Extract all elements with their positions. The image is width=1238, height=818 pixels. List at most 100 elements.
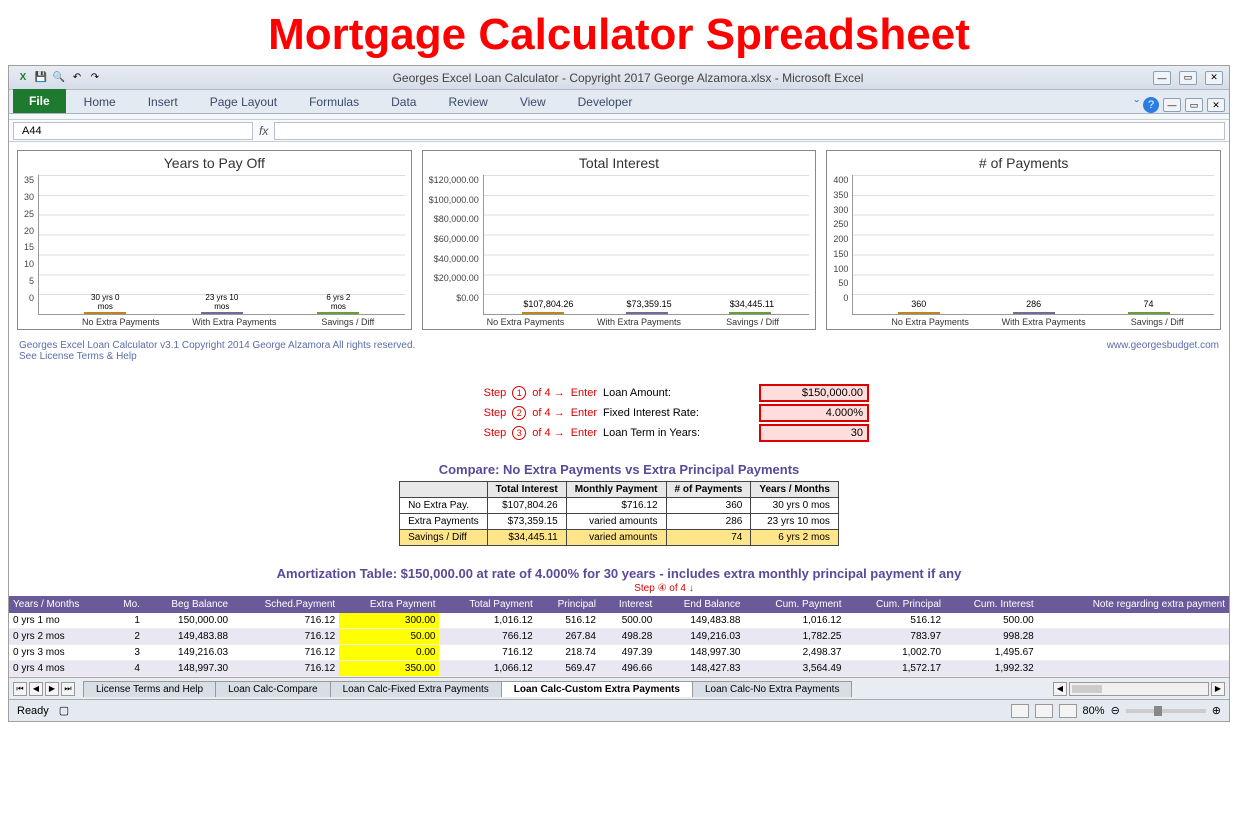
compare-header <box>400 482 488 498</box>
bar-0: 360 <box>867 312 970 314</box>
amort-header: Note regarding extra payment <box>1038 596 1229 613</box>
ribbon-tab-insert[interactable]: Insert <box>134 91 192 113</box>
hscroll-right[interactable]: ▶ <box>1211 682 1225 696</box>
ribbon-tab-pagelayout[interactable]: Page Layout <box>196 91 291 113</box>
extra-payment-cell[interactable]: 0.00 <box>339 645 439 661</box>
bar-2: 6 yrs 2 mos <box>286 312 391 314</box>
bar-2: $34,445.11 <box>703 312 796 314</box>
tab-next-button[interactable]: ▶ <box>45 682 59 696</box>
ribbon-tab-data[interactable]: Data <box>377 91 430 113</box>
amort-header: Cum. Payment <box>744 596 845 613</box>
sheet-tab[interactable]: Loan Calc-Compare <box>215 681 331 697</box>
minimize-button[interactable]: — <box>1153 71 1171 85</box>
compare-header: Monthly Payment <box>566 482 666 498</box>
chart-0[interactable]: Years to Pay Off 35302520151050 30 yrs 0… <box>17 150 412 330</box>
zoom-percent[interactable]: 80% <box>1083 705 1105 717</box>
step-input-3[interactable] <box>759 424 869 442</box>
extra-payment-cell[interactable]: 350.00 <box>339 661 439 677</box>
chart-title: # of Payments <box>833 155 1214 171</box>
ribbon-tab-review[interactable]: Review <box>434 91 501 113</box>
name-box[interactable] <box>13 122 253 140</box>
amort-header: Total Payment <box>439 596 536 613</box>
amort-header: Years / Months <box>9 596 110 613</box>
file-tab[interactable]: File <box>13 89 66 113</box>
bar-0: 30 yrs 0 mos <box>53 312 158 314</box>
sheet-tab[interactable]: License Terms and Help <box>83 681 216 697</box>
extra-payment-cell[interactable]: 300.00 <box>339 613 439 629</box>
amort-row: 0 yrs 4 mos4148,997.30716.12350.001,066.… <box>9 661 1229 677</box>
amort-row: 0 yrs 2 mos2149,483.88716.1250.00766.122… <box>9 629 1229 645</box>
ribbon-dropdown-icon[interactable]: ˇ <box>1134 97 1139 113</box>
compare-row: Extra Payments$73,359.15varied amounts28… <box>400 514 839 530</box>
amort-header: Cum. Principal <box>846 596 946 613</box>
zoom-in-button[interactable]: ⊕ <box>1212 704 1221 717</box>
amort-header: Extra Payment <box>339 596 439 613</box>
zoom-out-button[interactable]: ⊖ <box>1111 704 1120 717</box>
bar-1: $73,359.15 <box>600 312 693 314</box>
compare-header: # of Payments <box>666 482 751 498</box>
extra-payment-cell[interactable]: 50.00 <box>339 629 439 645</box>
tab-prev-button[interactable]: ◀ <box>29 682 43 696</box>
status-ready: Ready <box>17 705 49 717</box>
amortization-table: Years / MonthsMo.Beg BalanceSched.Paymen… <box>9 596 1229 677</box>
amort-row: 0 yrs 3 mos3149,216.03716.120.00716.1221… <box>9 645 1229 661</box>
help-icon[interactable]: ? <box>1143 97 1159 113</box>
bar-1: 23 yrs 10 mos <box>169 312 274 314</box>
redo-icon[interactable]: ↷ <box>87 70 103 86</box>
copyright-text: Georges Excel Loan Calculator v3.1 Copyr… <box>19 340 415 351</box>
license-link[interactable]: See License Terms & Help <box>19 351 415 362</box>
view-normal-button[interactable] <box>1011 704 1029 718</box>
compare-header: Total Interest <box>487 482 566 498</box>
amort-header: Interest <box>600 596 656 613</box>
sheet-tab[interactable]: Loan Calc-Custom Extra Payments <box>501 681 693 697</box>
compare-row: No Extra Pay.$107,804.26$716.1236030 yrs… <box>400 498 839 514</box>
ribbon-tab-developer[interactable]: Developer <box>564 91 647 113</box>
website-link[interactable]: www.georgesbudget.com <box>1107 340 1219 362</box>
excel-icon[interactable]: X <box>15 70 31 86</box>
chart-title: Years to Pay Off <box>24 155 405 171</box>
undo-icon[interactable]: ↶ <box>69 70 85 86</box>
bar-0: $107,804.26 <box>497 312 590 314</box>
chart-2[interactable]: # of Payments 400350300250200150100500 3… <box>826 150 1221 330</box>
save-icon[interactable]: 💾 <box>33 70 49 86</box>
step-input-2[interactable] <box>759 404 869 422</box>
amort-title: Amortization Table: $150,000.00 at rate … <box>9 566 1229 581</box>
amort-header: Principal <box>537 596 600 613</box>
ribbon-tab-formulas[interactable]: Formulas <box>295 91 373 113</box>
compare-table: Total InterestMonthly Payment# of Paymen… <box>399 481 839 546</box>
tab-last-button[interactable]: ⏭ <box>61 682 75 696</box>
step-input-1[interactable] <box>759 384 869 402</box>
formula-bar[interactable] <box>274 122 1225 140</box>
ribbon-tab-home[interactable]: Home <box>70 91 130 113</box>
ribbon-tabs: File Home Insert Page Layout Formulas Da… <box>9 90 1229 114</box>
maximize-button[interactable]: ▭ <box>1179 71 1197 85</box>
amort-header: Cum. Interest <box>945 596 1038 613</box>
ribbon-tab-view[interactable]: View <box>506 91 560 113</box>
step4-label: Step ④ of 4 ↓ <box>99 583 1229 594</box>
titlebar: X 💾 🔍 ↶ ↷ Georges Excel Loan Calculator … <box>9 66 1229 90</box>
page-heading: Mortgage Calculator Spreadsheet <box>0 0 1238 65</box>
fx-label[interactable]: fx <box>259 124 268 138</box>
record-macro-icon[interactable]: ▢ <box>59 704 69 717</box>
view-break-button[interactable] <box>1059 704 1077 718</box>
doc-close-button[interactable]: ✕ <box>1207 98 1225 112</box>
sheet-tab[interactable]: Loan Calc-Fixed Extra Payments <box>330 681 502 697</box>
compare-header: Years / Months <box>751 482 839 498</box>
hscroll-left[interactable]: ◀ <box>1053 682 1067 696</box>
tab-first-button[interactable]: ⏮ <box>13 682 27 696</box>
chart-1[interactable]: Total Interest $120,000.00$100,000.00$80… <box>422 150 817 330</box>
bar-1: 286 <box>982 312 1085 314</box>
close-button[interactable]: ✕ <box>1205 71 1223 85</box>
view-layout-button[interactable] <box>1035 704 1053 718</box>
zoom-slider[interactable] <box>1126 709 1206 713</box>
sheet-tabs-bar: ⏮ ◀ ▶ ⏭ License Terms and HelpLoan Calc-… <box>9 677 1229 699</box>
amort-header: Mo. <box>110 596 144 613</box>
doc-minimize-button[interactable]: — <box>1163 98 1181 112</box>
amort-header: Sched.Payment <box>232 596 339 613</box>
sheet-tab[interactable]: Loan Calc-No Extra Payments <box>692 681 853 697</box>
horizontal-scrollbar[interactable] <box>1069 682 1209 696</box>
find-icon[interactable]: 🔍 <box>51 70 67 86</box>
excel-window: X 💾 🔍 ↶ ↷ Georges Excel Loan Calculator … <box>8 65 1230 722</box>
compare-row: Savings / Diff$34,445.11varied amounts74… <box>400 530 839 546</box>
doc-restore-button[interactable]: ▭ <box>1185 98 1203 112</box>
